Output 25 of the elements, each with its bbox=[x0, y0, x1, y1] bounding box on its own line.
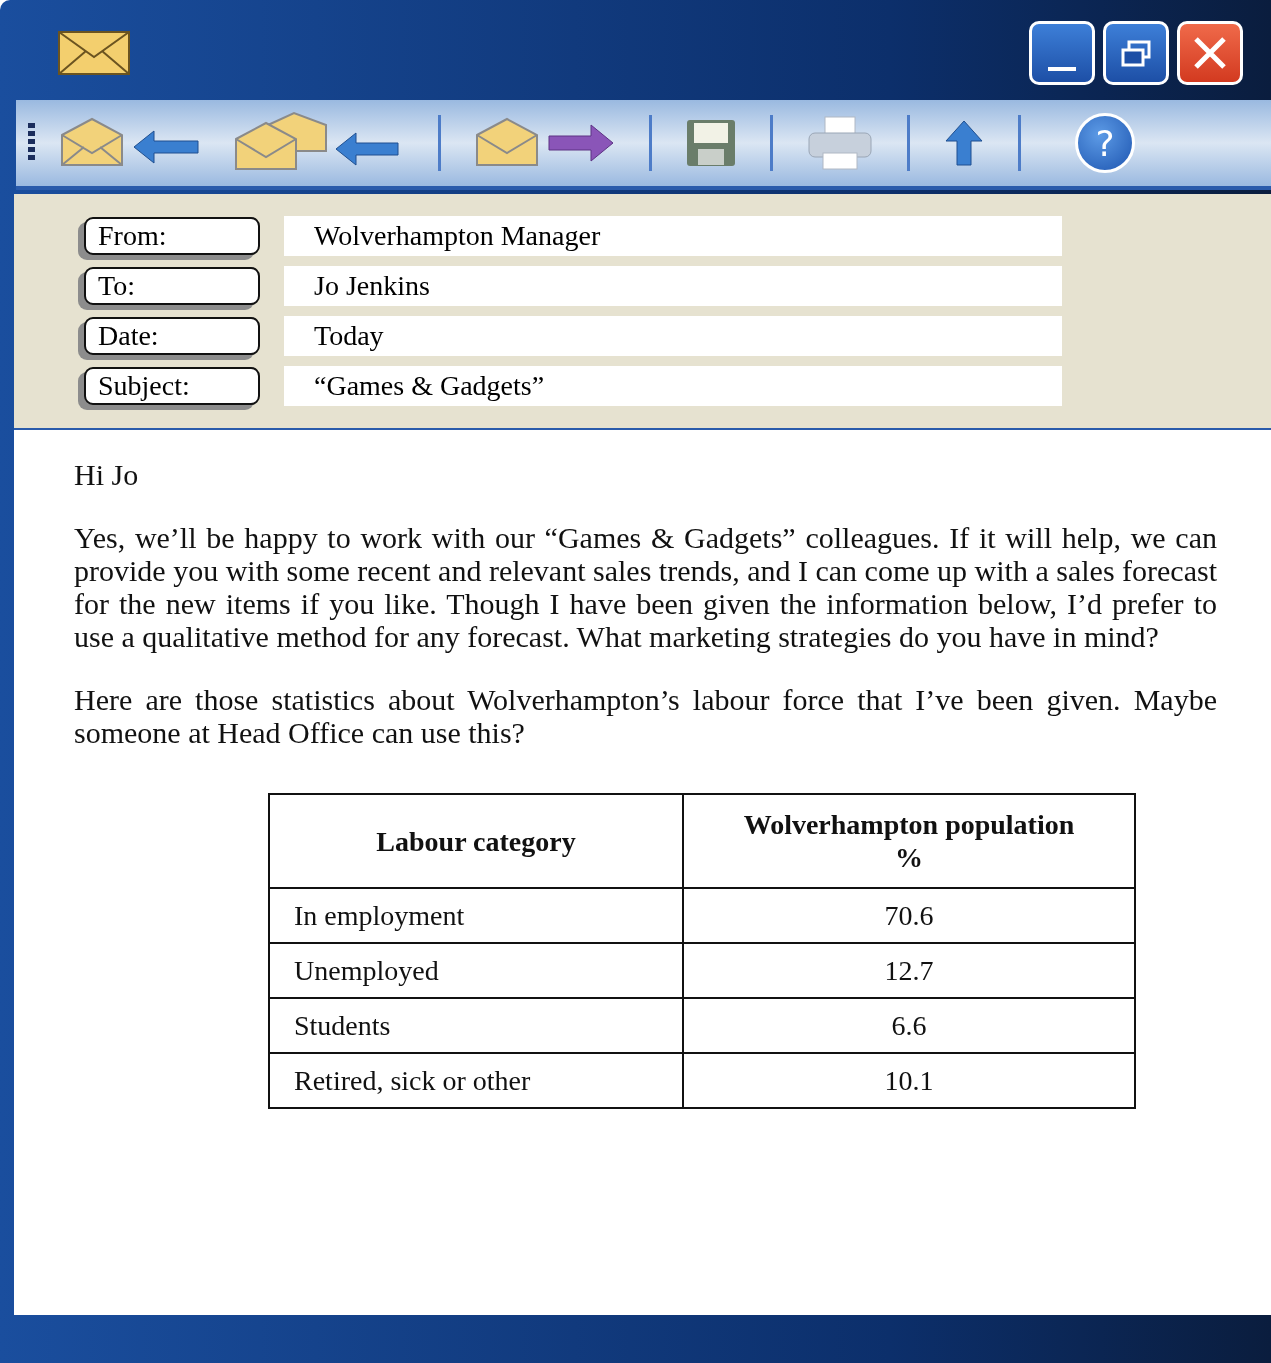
table-cell: Students bbox=[269, 998, 683, 1053]
table-cell: Retired, sick or other bbox=[269, 1053, 683, 1108]
table-cell: Unemployed bbox=[269, 943, 683, 998]
message-paragraph: Yes, we’ll be happy to work with our “Games & Gadgets” colleagues. If it will help, we can provide you with some recent and relevant sales trends, and I can come up with a sales forecast for the new items if you like. Though I have been given the information below, I’d prefer to use a qualitative method for any forecast. What marketing strategies do you have in mind? bbox=[74, 521, 1217, 653]
restore-button[interactable] bbox=[1103, 21, 1169, 85]
table-cell: In employment bbox=[269, 888, 683, 943]
field-value: Today bbox=[284, 316, 1062, 356]
column-header: Wolverhampton population % bbox=[683, 794, 1135, 888]
up-arrow-icon[interactable] bbox=[944, 119, 984, 167]
field-value: Wolverhampton Manager bbox=[284, 216, 1062, 256]
envelope-icon bbox=[58, 31, 130, 75]
table-cell: 12.7 bbox=[683, 943, 1135, 998]
minimize-button[interactable] bbox=[1029, 21, 1095, 85]
greeting-text: Hi Jo bbox=[74, 458, 140, 491]
table-cell: 10.1 bbox=[683, 1053, 1135, 1108]
help-button[interactable]: ? bbox=[1075, 113, 1135, 173]
table-cell: 70.6 bbox=[683, 888, 1135, 943]
column-header: Labour category bbox=[269, 794, 683, 888]
close-button[interactable] bbox=[1177, 21, 1243, 85]
grip-icon bbox=[26, 123, 36, 163]
field-value: “Games & Gadgets” bbox=[284, 366, 1062, 406]
message-paragraph: Here are those statistics about Wolverhampton’s labour force that I’ve been given. Maybe someone at Head Office can use this? bbox=[74, 683, 1217, 749]
table-cell: 6.6 bbox=[683, 998, 1135, 1053]
field-value: Jo Jenkins bbox=[284, 266, 1062, 306]
minimize-icon bbox=[1048, 67, 1076, 71]
